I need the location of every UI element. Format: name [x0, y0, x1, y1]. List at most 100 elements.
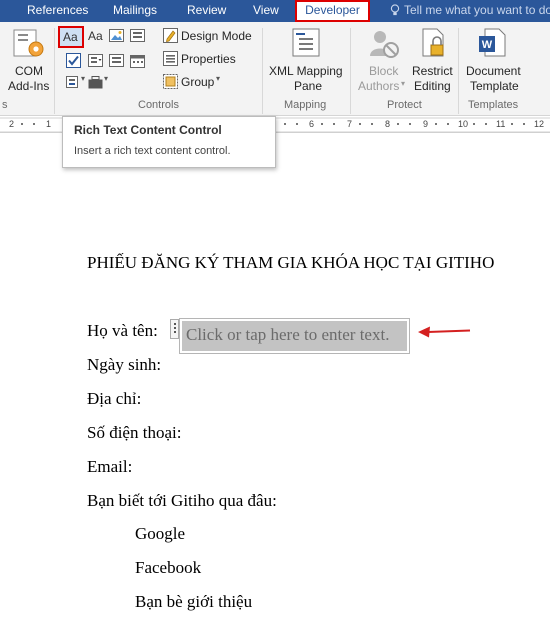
chevron-down-icon[interactable]: ▾: [81, 74, 85, 83]
group-separator: [350, 28, 351, 114]
group-icon: [163, 74, 178, 89]
templates-group-label: Templates: [468, 99, 519, 111]
ruler-tick: [284, 123, 286, 125]
red-arrow-annotation: [418, 326, 471, 338]
ruler-tick: [447, 123, 449, 125]
rich-text-control-button[interactable]: Aa: [58, 26, 84, 48]
group-separator: [262, 28, 263, 114]
restrict-editing-label-1: Restrict: [412, 64, 453, 78]
ruler-tick: [296, 123, 298, 125]
ruler-tick: [511, 123, 513, 125]
ruler-number: 11: [496, 119, 506, 129]
controls-group-label: Controls: [138, 99, 179, 111]
xml-mapping-icon: [292, 28, 320, 57]
chevron-down-icon: ▾: [401, 79, 406, 88]
xml-mapping-label-2: Pane: [294, 79, 323, 93]
ruler-tick: [21, 123, 23, 125]
picture-control-icon[interactable]: [109, 28, 124, 43]
date-picker-icon[interactable]: [130, 53, 145, 68]
ruler-number: 9: [423, 119, 429, 129]
content-control-handle[interactable]: [170, 319, 179, 339]
ruler-tick: [397, 123, 399, 125]
tab-review[interactable]: Review: [187, 0, 226, 22]
properties-label: Properties: [181, 52, 236, 66]
ruler-number: 7: [347, 119, 353, 129]
protect-group-label: Protect: [387, 99, 422, 111]
document-template-label-1: Document: [466, 64, 521, 78]
ruler-number: 8: [385, 119, 391, 129]
block-authors-label-1: Block: [369, 64, 399, 78]
tab-view[interactable]: View: [253, 0, 279, 22]
ribbon: COM Add-Ins s Aa Aa ▾ ▾ Design Mode Prop…: [0, 22, 550, 116]
rich-text-content-control[interactable]: Click or tap here to enter text.: [179, 318, 410, 354]
lightbulb-icon: [390, 4, 400, 16]
ruler-tick: [485, 123, 487, 125]
tell-me-text: Tell me what you want to do: [404, 3, 550, 17]
ribbon-tab-bar: References Mailings Review View Develope…: [0, 0, 550, 22]
phone-label: Số điện thoại:: [87, 423, 182, 442]
group-separator: [458, 28, 459, 114]
content-control-selection: Click or tap here to enter text.: [182, 321, 407, 351]
ruler-number: 6: [309, 119, 315, 129]
legacy-tools-icon[interactable]: [88, 75, 103, 90]
combo-box-icon[interactable]: [88, 53, 103, 68]
plain-text-control-button[interactable]: Aa: [88, 29, 103, 43]
ruler-tick: [371, 123, 373, 125]
restrict-editing-label-2: Editing: [414, 79, 451, 93]
com-addins-icon: [13, 29, 44, 57]
word-document-icon: W: [479, 28, 506, 57]
option-google: Google: [135, 524, 186, 543]
ruler-number: 1: [46, 119, 52, 129]
ruler-tick: [473, 123, 475, 125]
tooltip-description: Insert a rich text content control.: [74, 145, 231, 157]
rich-text-tooltip: Rich Text Content Control Insert a rich …: [62, 116, 276, 168]
group-separator: [54, 28, 55, 114]
properties-icon: [163, 51, 178, 66]
name-label: Họ và tên:: [87, 321, 158, 340]
checkbox-control-icon[interactable]: [66, 53, 81, 68]
addins-group-label: s: [2, 99, 8, 111]
option-facebook: Facebook: [135, 558, 202, 577]
ruler-tick: [359, 123, 361, 125]
xml-mapping-label-1: XML Mapping: [269, 64, 343, 78]
repeating-section-icon[interactable]: [66, 75, 81, 90]
content-control-placeholder: Click or tap here to enter text.: [186, 325, 390, 344]
ruler-number: 12: [534, 119, 545, 129]
birth-label: Ngày sinh:: [87, 355, 162, 374]
document-template-label-2: Template: [470, 79, 519, 93]
group-label-text: Group: [181, 75, 215, 89]
ruler-tick: [333, 123, 335, 125]
ruler-tick: [33, 123, 35, 125]
svg-text:W: W: [482, 39, 493, 51]
document-page[interactable]: PHIẾU ĐĂNG KÝ THAM GIA KHÓA HỌC TẠI GITI…: [0, 134, 550, 620]
com-label-2: Add-Ins: [8, 79, 50, 93]
design-mode-label: Design Mode: [181, 29, 252, 43]
chevron-down-icon[interactable]: ▾: [104, 74, 108, 83]
source-question: Bạn biết tới Gitiho qua đâu:: [87, 491, 277, 510]
tab-mailings[interactable]: Mailings: [113, 0, 157, 22]
restrict-editing-icon: [422, 28, 444, 57]
ruler-number: 10: [458, 119, 469, 129]
tab-references[interactable]: References: [27, 0, 88, 22]
tooltip-title: Rich Text Content Control: [74, 123, 222, 137]
block-authors-icon: [370, 31, 399, 58]
com-label-1: COM: [15, 64, 43, 78]
ruler-tick: [409, 123, 411, 125]
ruler-number: 2: [9, 119, 15, 129]
ruler-tick: [435, 123, 437, 125]
address-label: Địa chỉ:: [87, 389, 142, 408]
block-authors-label-2: Authors: [358, 79, 400, 93]
document-title: PHIẾU ĐĂNG KÝ THAM GIA KHÓA HỌC TẠI GITI…: [87, 253, 495, 272]
building-block-icon[interactable]: [130, 28, 145, 43]
dropdown-list-icon[interactable]: [109, 53, 124, 68]
ruler-tick: [321, 123, 323, 125]
mapping-group-label: Mapping: [284, 99, 327, 111]
ruler-tick: [523, 123, 525, 125]
tell-me-search[interactable]: Tell me what you want to do: [390, 0, 550, 22]
email-label: Email:: [87, 457, 133, 476]
chevron-down-icon: ▾: [216, 74, 221, 83]
tab-developer[interactable]: Developer: [295, 0, 370, 22]
design-mode-icon: [163, 28, 178, 43]
rich-text-label: Aa: [63, 30, 78, 44]
option-friends: Bạn bè giới thiệu: [135, 592, 253, 611]
